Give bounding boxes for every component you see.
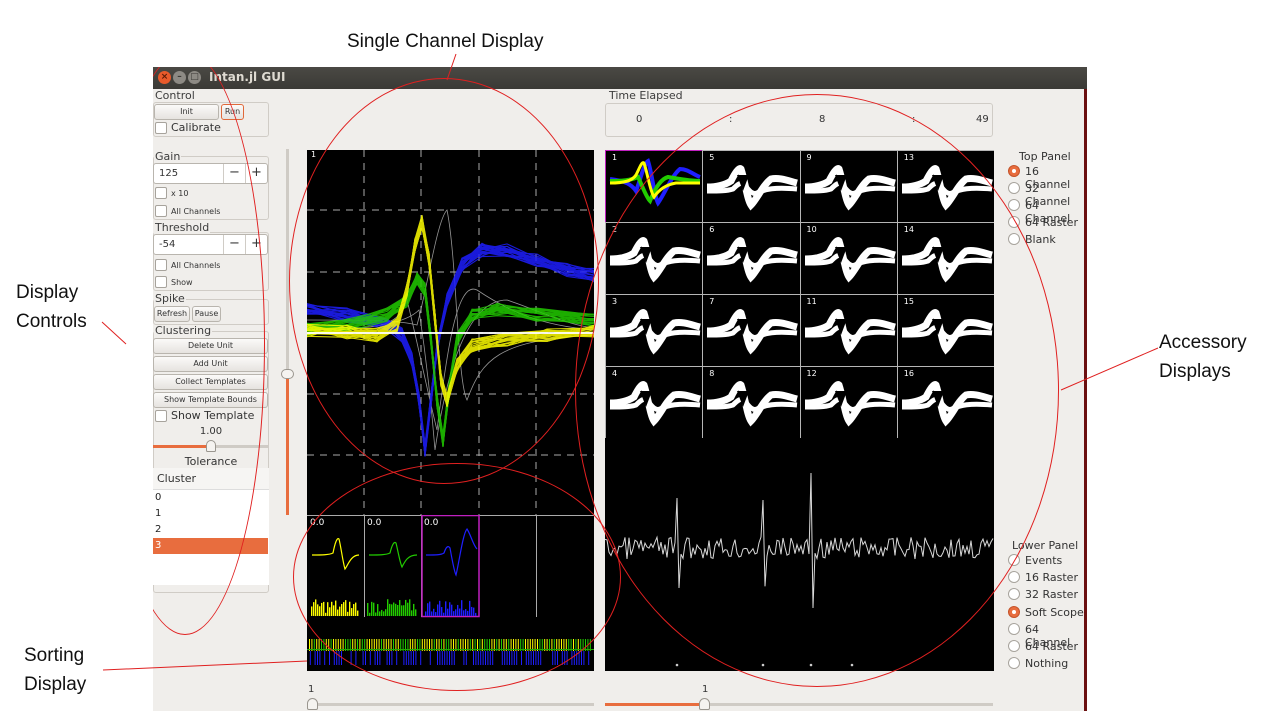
accessory-channel-number: 1: [612, 153, 618, 162]
top-panel-radio-label: Blank: [1025, 233, 1056, 246]
lower-panel-radio-label: 16 Raster: [1025, 571, 1078, 585]
lower-panel-radio[interactable]: [1008, 657, 1020, 670]
lower-panel-radio-label: 32 Raster: [1025, 588, 1078, 602]
top-panel-radio[interactable]: [1008, 165, 1020, 177]
gain-vertical-slider-fill: [286, 372, 289, 515]
lower-panel-radio[interactable]: [1008, 588, 1020, 601]
gain-vertical-slider-handle[interactable]: [281, 369, 294, 379]
single-channel-slider-handle[interactable]: [307, 698, 318, 710]
annotation-ellipse-single-channel: [289, 78, 599, 484]
lower-panel-radio[interactable]: [1008, 640, 1020, 652]
callout-accessory-line2: Displays: [1159, 361, 1231, 382]
annotation-ellipse-sorting: [293, 463, 621, 691]
time-elapsed-label: Time Elapsed: [608, 89, 684, 102]
title-bar: × – □ Intan.jl GUI: [153, 67, 1087, 89]
single-channel-slider-track[interactable]: [310, 703, 594, 706]
top-panel-label: Top Panel: [1019, 150, 1071, 163]
lower-panel-radio[interactable]: [1008, 605, 1020, 618]
top-panel-radio[interactable]: [1008, 199, 1020, 211]
time-hours: 0: [636, 114, 643, 125]
top-panel-radio[interactable]: [1008, 182, 1020, 194]
accessory-slider-fill: [605, 703, 701, 706]
lower-panel-radio-label: 64 Raster: [1025, 640, 1078, 653]
annotation-ellipse-accessory: [575, 94, 1059, 687]
lower-panel-radio[interactable]: [1008, 571, 1020, 584]
callout-accessory-line1: Accessory: [1159, 332, 1247, 353]
callout-display-controls-line2: Controls: [16, 311, 87, 332]
lower-panel-radio-label: Nothing: [1025, 657, 1069, 671]
accessory-slider-value: 1: [702, 684, 709, 695]
lower-panel-radio-label: Events: [1025, 554, 1063, 567]
lower-panel-radio-label: Soft Scope: [1025, 605, 1084, 619]
accessory-slider-handle[interactable]: [699, 698, 710, 710]
callout-sorting-line1: Sorting: [24, 645, 85, 666]
callout-display-controls-line1: Display: [16, 282, 79, 303]
top-panel-radio-label: 64 Raster: [1025, 216, 1078, 229]
callout-single-channel-display: Single Channel Display: [347, 31, 544, 52]
single-channel-slider-value: 1: [308, 684, 315, 695]
app-window: × – □ Intan.jl GUI Control Init Run Cali…: [153, 67, 1087, 711]
lower-panel-radio[interactable]: [1008, 622, 1020, 635]
callout-sorting-line2: Display: [24, 674, 87, 695]
time-seconds: 49: [976, 114, 989, 125]
